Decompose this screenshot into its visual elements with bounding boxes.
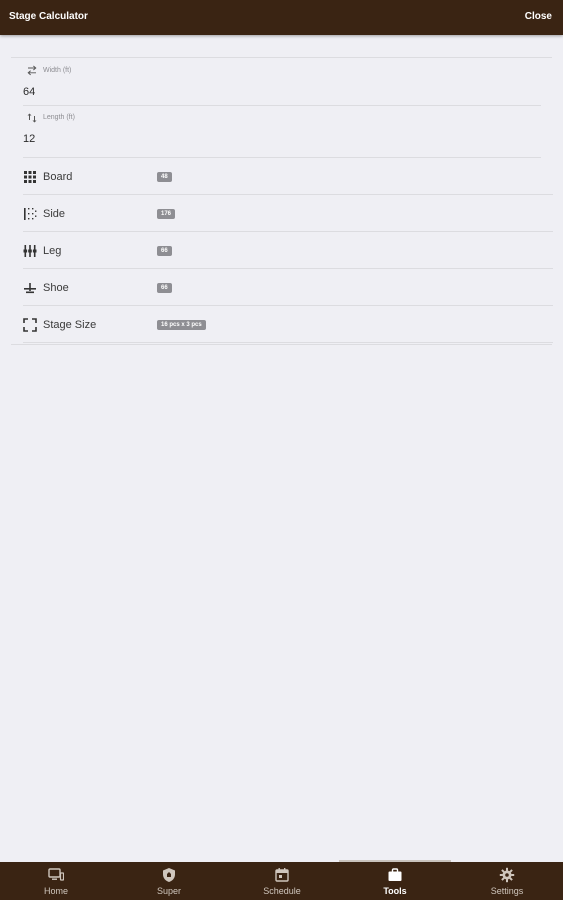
- shield-icon: [163, 868, 175, 882]
- width-input[interactable]: 64: [23, 86, 35, 98]
- tab-label: Schedule: [263, 886, 301, 896]
- tab-tools[interactable]: Tools: [339, 862, 451, 900]
- legs-icon: [23, 245, 37, 257]
- length-field[interactable]: Length (ft) 12: [23, 105, 541, 158]
- tab-label: Settings: [490, 886, 524, 896]
- tab-settings[interactable]: Settings: [451, 862, 563, 900]
- tab-home[interactable]: Home: [0, 862, 112, 900]
- page-title: Stage Calculator: [9, 11, 88, 22]
- swap-horizontal-icon: [27, 65, 37, 76]
- tab-super[interactable]: Super: [113, 862, 225, 900]
- count-badge: 16 pcs x 3 pcs: [157, 320, 206, 330]
- result-row-shoe: Shoe 66: [23, 269, 553, 306]
- length-input[interactable]: 12: [23, 133, 35, 145]
- calendar-icon: [275, 868, 289, 882]
- result-label: Stage Size: [43, 319, 97, 331]
- side-frame-icon: [24, 208, 37, 220]
- monitor-icon: [48, 868, 64, 881]
- result-label: Leg: [43, 245, 62, 257]
- fullscreen-icon: [23, 318, 37, 332]
- briefcase-icon: [388, 868, 402, 881]
- app-header: Stage Calculator Close: [0, 0, 563, 35]
- close-button[interactable]: Close: [525, 11, 552, 22]
- result-row-stage-size: Stage Size 16 pcs x 3 pcs: [23, 306, 553, 343]
- grid-icon: [24, 171, 36, 183]
- length-label: Length (ft): [43, 114, 75, 121]
- result-row-leg: Leg 66: [23, 232, 553, 269]
- count-badge: 66: [157, 283, 172, 293]
- gear-icon: [499, 867, 515, 883]
- result-label: Side: [43, 208, 66, 220]
- result-row-board: Board 48: [23, 158, 553, 195]
- result-label: Board: [43, 171, 73, 183]
- calculator-card: Width (ft) 64 Length (ft) 12 Board 48 Si…: [11, 57, 553, 345]
- bottom-tab-bar: Home Super Schedule Tools Settings: [0, 862, 563, 900]
- swap-vertical-icon: [27, 113, 37, 123]
- tab-label: Tools: [383, 886, 407, 896]
- shoe-icon: [24, 283, 36, 294]
- result-row-side: Side 176: [23, 195, 553, 232]
- width-field[interactable]: Width (ft) 64: [23, 58, 541, 106]
- count-badge: 48: [157, 172, 172, 182]
- tab-schedule[interactable]: Schedule: [226, 862, 338, 900]
- result-label: Shoe: [43, 282, 69, 294]
- tab-label: Home: [43, 886, 68, 896]
- tab-label: Super: [156, 886, 182, 896]
- width-label: Width (ft): [43, 67, 72, 74]
- count-badge: 66: [157, 246, 172, 256]
- count-badge: 176: [157, 209, 176, 219]
